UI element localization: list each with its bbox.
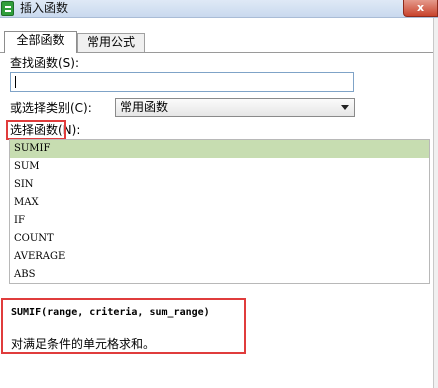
function-description: 对满足条件的单元格求和。: [11, 337, 156, 351]
tab-common-formulas[interactable]: 常用公式: [77, 33, 145, 52]
function-signature: SUMIF(range, criteria, sum_range): [11, 307, 210, 318]
close-button[interactable]: x: [403, 0, 438, 17]
window-edge: [433, 18, 438, 388]
search-function-input[interactable]: [10, 72, 354, 92]
list-item[interactable]: SUM: [10, 158, 429, 176]
list-item[interactable]: ABS: [10, 266, 429, 283]
function-list[interactable]: SUMIF SUM SIN MAX IF COUNT AVERAGE ABS: [9, 139, 430, 284]
list-item[interactable]: MAX: [10, 194, 429, 212]
window-title: 插入函数: [20, 1, 69, 15]
text-caret: [15, 76, 16, 88]
spreadsheet-app-icon: [1, 1, 14, 16]
list-item[interactable]: SUMIF: [10, 140, 429, 158]
category-selected-value: 常用函数: [120, 100, 169, 114]
tab-all-functions[interactable]: 全部函数: [4, 31, 77, 53]
dropdown-arrow-icon: [341, 105, 349, 110]
list-item[interactable]: IF: [10, 212, 429, 230]
function-description-box: SUMIF(range, criteria, sum_range) 对满足条件的…: [1, 298, 246, 354]
list-item[interactable]: SIN: [10, 176, 429, 194]
category-label: 或选择类别(C):: [10, 101, 92, 115]
list-item[interactable]: COUNT: [10, 230, 429, 248]
search-label: 查找函数(S):: [10, 56, 80, 70]
highlight-box-label: [6, 120, 66, 140]
category-select[interactable]: 常用函数: [115, 98, 355, 117]
title-bar: 插入函数 x: [0, 0, 438, 18]
list-item[interactable]: AVERAGE: [10, 248, 429, 266]
